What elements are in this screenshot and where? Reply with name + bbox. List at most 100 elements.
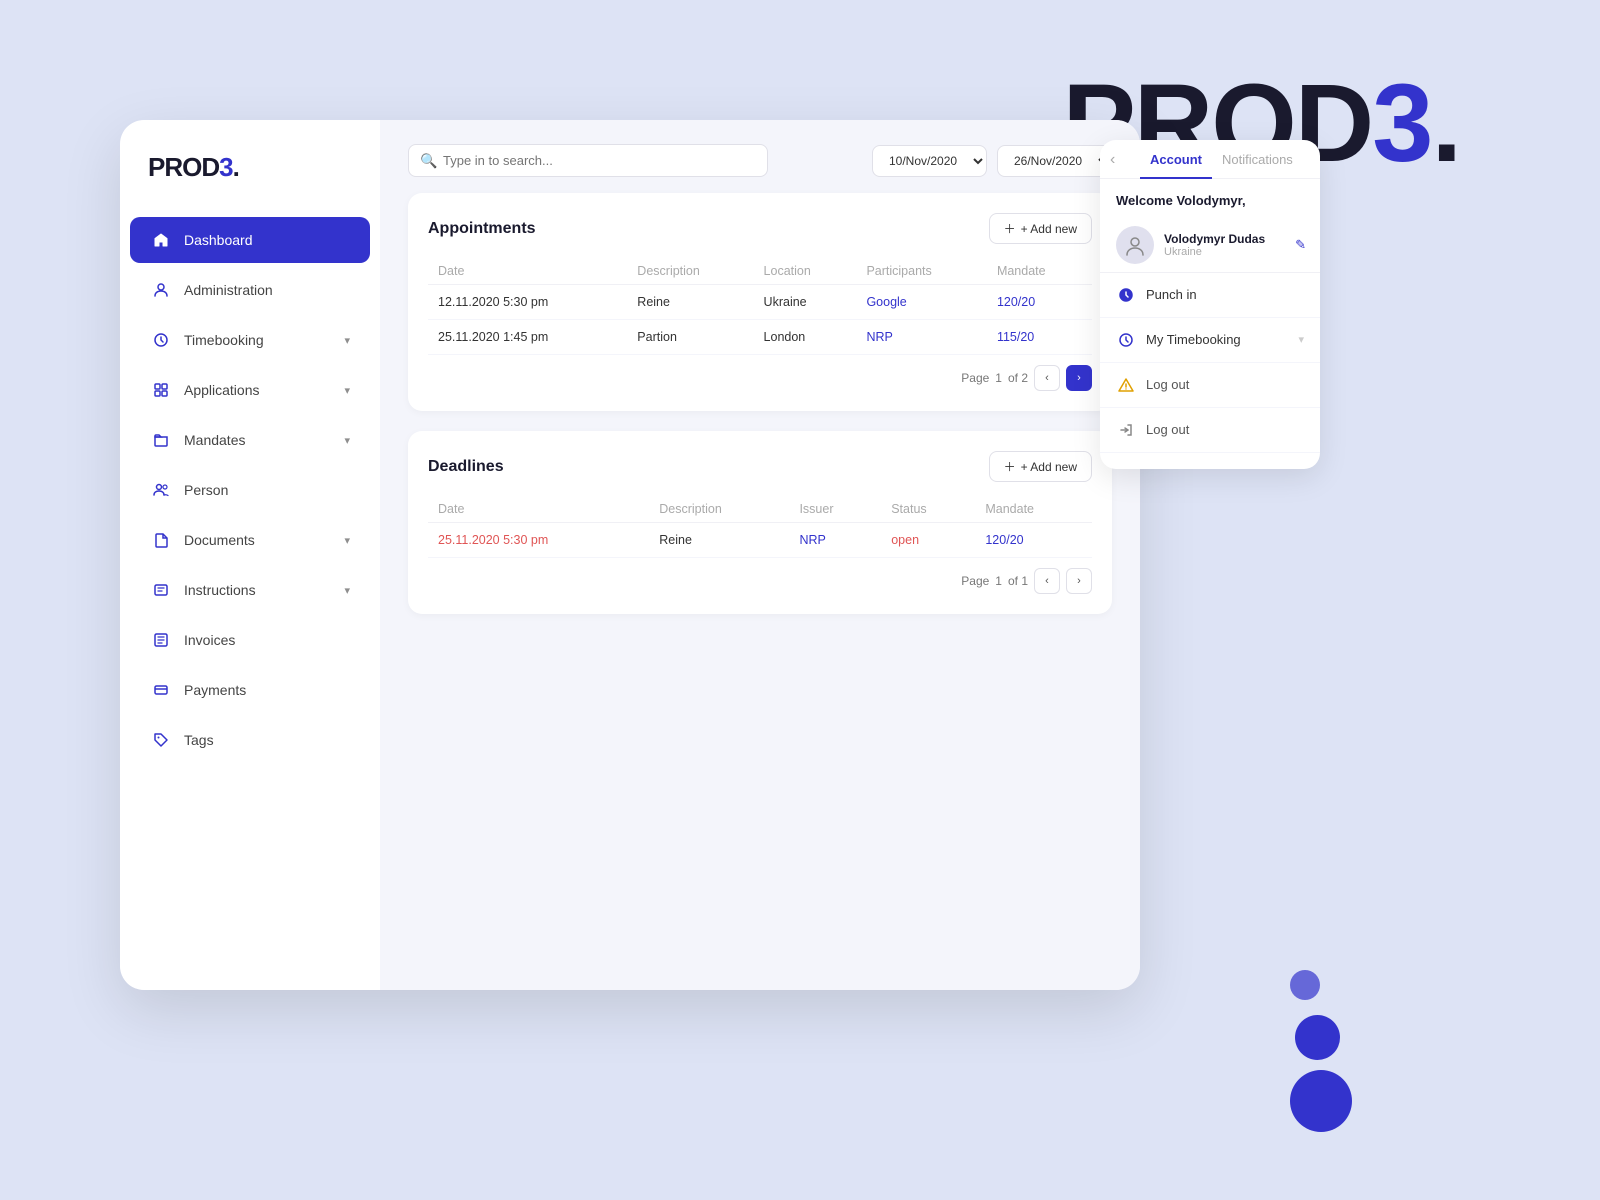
col-description: Description	[649, 496, 789, 523]
folder-icon	[150, 429, 172, 451]
decorative-circle-2	[1295, 1015, 1340, 1060]
sidebar-item-mandates[interactable]: Mandates ▾	[130, 417, 370, 463]
date-from-select[interactable]: 10/Nov/2020	[872, 145, 987, 177]
punch-in-action[interactable]: Punch in	[1100, 273, 1320, 318]
sidebar-item-payments[interactable]: Payments	[130, 667, 370, 713]
row-location: Ukraine	[754, 285, 857, 320]
table-row: 25.11.2020 5:30 pm Reine NRP open 120/20	[428, 523, 1092, 558]
col-description: Description	[627, 258, 753, 285]
deadlines-add-button[interactable]: ＋ + Add new	[989, 451, 1092, 482]
col-participants: Participants	[856, 258, 987, 285]
logout-label: Log out	[1146, 422, 1189, 437]
clock-icon	[150, 329, 172, 351]
logout-warn-label: Log out	[1146, 377, 1189, 392]
grid-icon	[150, 379, 172, 401]
list-icon	[150, 579, 172, 601]
page-label: Page	[961, 371, 989, 385]
appointments-add-button[interactable]: ＋ + Add new	[989, 213, 1092, 244]
panel-user: Volodymyr Dudas Ukraine ✎	[1100, 218, 1320, 273]
search-input[interactable]	[408, 144, 768, 177]
date-filters: 10/Nov/2020 26/Nov/2020	[872, 145, 1112, 177]
panel-tabs: ‹ Account Notifications	[1100, 140, 1320, 179]
sidebar-item-label: Documents	[184, 532, 255, 548]
appointments-section: Appointments ＋ + Add new Date Descriptio…	[408, 193, 1112, 411]
page-of: of 1	[1008, 574, 1028, 588]
chevron-down-icon: ▾	[1298, 333, 1304, 346]
sidebar-item-label: Person	[184, 482, 228, 498]
row-mandate[interactable]: 115/20	[987, 320, 1092, 355]
table-row: 12.11.2020 5:30 pm Reine Ukraine Google …	[428, 285, 1092, 320]
user-location: Ukraine	[1164, 246, 1265, 258]
appointments-header: Appointments ＋ + Add new	[428, 213, 1092, 244]
sidebar-item-dashboard[interactable]: Dashboard	[130, 217, 370, 263]
row-description: Reine	[627, 285, 753, 320]
sidebar-item-label: Dashboard	[184, 232, 253, 248]
sidebar-item-label: Administration	[184, 282, 273, 298]
sidebar-item-documents[interactable]: Documents ▾	[130, 517, 370, 563]
sidebar-item-label: Mandates	[184, 432, 245, 448]
chevron-down-icon: ▾	[344, 384, 350, 397]
avatar	[1116, 226, 1154, 264]
tab-account[interactable]: Account	[1140, 140, 1212, 179]
row-mandate[interactable]: 120/20	[975, 523, 1092, 558]
page-of: of 2	[1008, 371, 1028, 385]
my-timebooking-action[interactable]: My Timebooking ▾	[1100, 318, 1320, 363]
tag-icon	[150, 729, 172, 751]
col-date: Date	[428, 496, 649, 523]
row-issuer[interactable]: NRP	[789, 523, 881, 558]
sidebar-item-label: Applications	[184, 382, 260, 398]
search-input-wrap: 🔍	[408, 144, 768, 177]
col-status: Status	[881, 496, 975, 523]
date-to-select[interactable]: 26/Nov/2020	[997, 145, 1112, 177]
plus-icon: ＋	[1004, 220, 1016, 237]
sidebar-item-tags[interactable]: Tags	[130, 717, 370, 763]
col-mandate: Mandate	[987, 258, 1092, 285]
tab-notifications[interactable]: Notifications	[1212, 140, 1303, 179]
col-date: Date	[428, 258, 627, 285]
sidebar-item-label: Payments	[184, 682, 246, 698]
next-page-button[interactable]: ›	[1066, 365, 1092, 391]
sidebar-item-instructions[interactable]: Instructions ▾	[130, 567, 370, 613]
deadlines-header: Deadlines ＋ + Add new	[428, 451, 1092, 482]
sidebar-item-timebooking[interactable]: Timebooking ▾	[130, 317, 370, 363]
sidebar-item-applications[interactable]: Applications ▾	[130, 367, 370, 413]
row-date: 25.11.2020 1:45 pm	[428, 320, 627, 355]
invoice-icon	[150, 629, 172, 651]
sidebar-logo: PROD3.	[120, 152, 380, 215]
deadlines-table: Date Description Issuer Status Mandate 2…	[428, 496, 1092, 558]
deadlines-title: Deadlines	[428, 458, 504, 476]
edit-icon[interactable]: ✎	[1295, 237, 1306, 253]
sidebar-item-person[interactable]: Person	[130, 467, 370, 513]
search-icon: 🔍	[420, 152, 437, 169]
row-date: 25.11.2020 5:30 pm	[428, 523, 649, 558]
row-participants[interactable]: NRP	[856, 320, 987, 355]
sidebar-item-label: Tags	[184, 732, 214, 748]
next-page-button[interactable]: ›	[1066, 568, 1092, 594]
sidebar-item-administration[interactable]: Administration	[130, 267, 370, 313]
prev-page-button[interactable]: ‹	[1034, 365, 1060, 391]
main-content: 🔍 10/Nov/2020 26/Nov/2020 Appointments ＋…	[380, 120, 1140, 990]
row-date: 12.11.2020 5:30 pm	[428, 285, 627, 320]
logout-action[interactable]: Log out	[1100, 408, 1320, 453]
table-row: 25.11.2020 1:45 pm Partion London NRP 11…	[428, 320, 1092, 355]
sidebar-item-label: Instructions	[184, 582, 256, 598]
warning-icon	[1116, 375, 1136, 395]
row-participants[interactable]: Google	[856, 285, 987, 320]
punch-in-icon	[1116, 285, 1136, 305]
sidebar-item-label: Invoices	[184, 632, 235, 648]
deadlines-section: Deadlines ＋ + Add new Date Description I…	[408, 431, 1112, 614]
sidebar-item-invoices[interactable]: Invoices	[130, 617, 370, 663]
user-name: Volodymyr Dudas	[1164, 232, 1265, 246]
chevron-down-icon: ▾	[344, 584, 350, 597]
panel-back-button[interactable]: ‹	[1110, 151, 1115, 169]
logout-warn-action[interactable]: Log out	[1100, 363, 1320, 408]
card-icon	[150, 679, 172, 701]
row-mandate[interactable]: 120/20	[987, 285, 1092, 320]
panel-welcome: Welcome Volodymyr,	[1100, 179, 1320, 218]
col-mandate: Mandate	[975, 496, 1092, 523]
row-description: Reine	[649, 523, 789, 558]
prev-page-button[interactable]: ‹	[1034, 568, 1060, 594]
col-location: Location	[754, 258, 857, 285]
page-label: Page	[961, 574, 989, 588]
chevron-down-icon: ▾	[344, 534, 350, 547]
